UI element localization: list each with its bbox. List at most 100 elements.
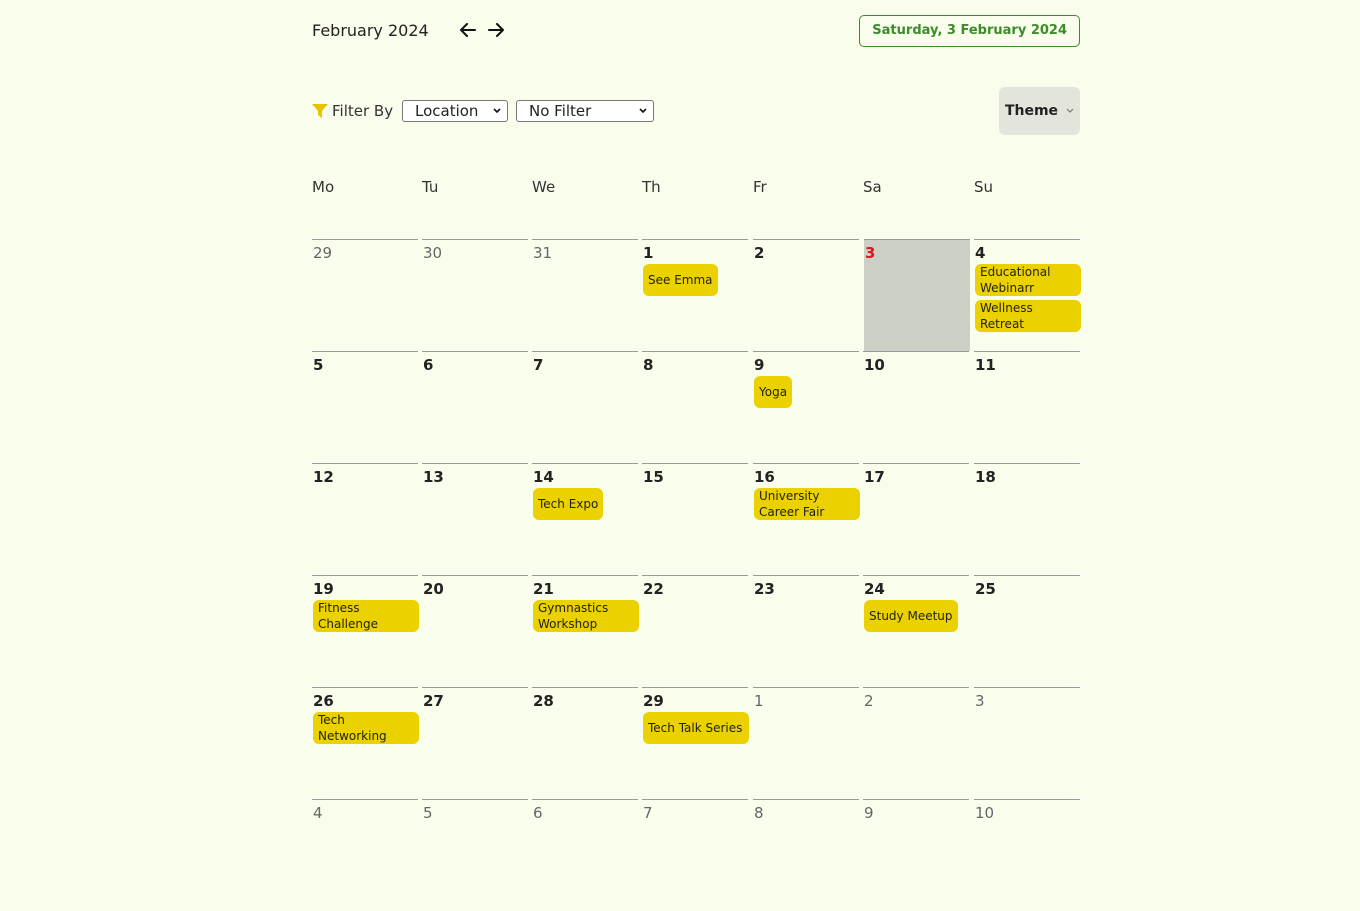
day-number: 1 — [754, 692, 764, 710]
weekday-label: We — [532, 178, 556, 196]
month-title: February 2024 — [312, 21, 429, 40]
day-cell[interactable]: 17 — [863, 463, 969, 575]
event-chip[interactable]: Yoga — [754, 376, 793, 408]
day-cell[interactable]: 10 — [863, 351, 969, 463]
funnel-icon — [312, 104, 328, 118]
calendar-header: February 2024 Saturday, 3 February 2024 — [312, 15, 1080, 47]
day-cell[interactable]: 2 — [863, 687, 969, 799]
day-number: 9 — [864, 804, 874, 822]
next-month-button[interactable] — [485, 17, 507, 43]
day-cell[interactable]: 5 — [312, 351, 418, 463]
weekday-label: Tu — [422, 178, 439, 196]
day-number: 22 — [643, 580, 664, 598]
day-number: 16 — [754, 468, 775, 486]
day-cell[interactable]: 14 Tech Expo — [532, 463, 638, 575]
day-number: 29 — [313, 244, 333, 262]
day-cell[interactable]: 19 Fitness Challenge — [312, 575, 419, 687]
day-number: 14 — [533, 468, 554, 486]
day-cell[interactable]: 6 — [422, 351, 528, 463]
day-cell[interactable]: 1 See Emma — [642, 239, 748, 351]
chevron-down-icon — [1066, 108, 1074, 113]
filter-field-select[interactable]: Location — [402, 100, 508, 122]
weekday-label: Fr — [753, 178, 767, 196]
day-number: 10 — [975, 804, 995, 822]
day-cell[interactable]: 30 — [422, 239, 528, 351]
day-cell[interactable]: 3 — [864, 239, 970, 351]
day-number: 23 — [754, 580, 775, 598]
event-chip[interactable]: Tech Talk Series — [643, 712, 749, 744]
day-cell[interactable]: 21 Gymnastics Workshop — [532, 575, 639, 687]
day-number: 1 — [643, 244, 654, 262]
event-chip[interactable]: Tech Expo — [533, 488, 604, 520]
event-chip[interactable]: Wellness Retreat — [975, 300, 1081, 332]
day-cell[interactable]: 25 — [974, 575, 1080, 687]
event-chip[interactable]: Tech Networking — [313, 712, 419, 744]
today-button[interactable]: Saturday, 3 February 2024 — [859, 15, 1080, 47]
event-chip[interactable]: Study Meetup — [864, 600, 958, 632]
day-cell[interactable]: 24 Study Meetup — [863, 575, 969, 687]
day-number: 5 — [313, 356, 324, 374]
day-cell[interactable]: 9 Yoga — [753, 351, 859, 463]
day-cell[interactable]: 2 — [753, 239, 859, 351]
theme-label: Theme — [1004, 103, 1059, 119]
day-cell[interactable]: 11 — [974, 351, 1080, 463]
day-number: 3 — [975, 692, 985, 710]
chevron-down-icon — [639, 108, 647, 114]
day-number: 8 — [754, 804, 764, 822]
weekday-label: Th — [642, 178, 661, 196]
day-cell[interactable]: 27 — [422, 687, 528, 799]
day-cell[interactable]: 13 — [422, 463, 528, 575]
event-chip[interactable]: University Career Fair — [754, 488, 860, 520]
theme-button[interactable]: Theme — [999, 87, 1080, 135]
day-number: 9 — [754, 356, 765, 374]
day-number: 28 — [533, 692, 554, 710]
filter-value-select[interactable]: No Filter — [516, 100, 654, 122]
day-cell[interactable]: 29 — [312, 239, 418, 351]
day-cell[interactable]: 15 — [642, 463, 748, 575]
day-cell[interactable]: 5 — [422, 799, 528, 911]
day-cell[interactable]: 7 — [642, 799, 748, 911]
chevron-down-icon — [493, 108, 501, 114]
day-cell[interactable]: 7 — [532, 351, 638, 463]
day-number: 19 — [313, 580, 334, 598]
day-cell[interactable]: 12 — [312, 463, 418, 575]
day-cell[interactable]: 8 — [753, 799, 859, 911]
day-cell[interactable]: 3 — [974, 687, 1080, 799]
day-cell[interactable]: 29 Tech Talk Series — [642, 687, 749, 799]
day-number: 21 — [533, 580, 554, 598]
event-chip[interactable]: See Emma — [643, 264, 718, 296]
day-cell[interactable]: 31 — [532, 239, 638, 351]
day-number: 30 — [423, 244, 443, 262]
day-cell[interactable]: 28 — [532, 687, 638, 799]
day-cell[interactable]: 22 — [642, 575, 748, 687]
prev-month-button[interactable] — [457, 17, 479, 43]
arrow-left-icon — [460, 23, 476, 37]
day-cell[interactable]: 10 — [974, 799, 1080, 911]
day-number: 17 — [864, 468, 885, 486]
weekday-label: Mo — [312, 178, 335, 196]
day-number: 7 — [533, 356, 544, 374]
day-cell[interactable]: 6 — [532, 799, 638, 911]
day-cell[interactable]: 9 — [863, 799, 969, 911]
day-cell[interactable]: 26 Tech Networking — [312, 687, 419, 799]
filter-value-value: No Filter — [529, 102, 592, 120]
day-number: 2 — [864, 692, 874, 710]
day-number: 26 — [313, 692, 334, 710]
day-cell[interactable]: 23 — [753, 575, 859, 687]
day-cell[interactable]: 4 Educational Webinarr Wellness Retreat — [974, 239, 1081, 351]
event-chip[interactable]: Gymnastics Workshop — [533, 600, 639, 632]
day-cell[interactable]: 16 University Career Fair — [753, 463, 860, 575]
filter-label-group: Filter By — [312, 102, 393, 120]
day-cell[interactable]: 20 — [422, 575, 528, 687]
day-number: 27 — [423, 692, 444, 710]
day-number: 4 — [313, 804, 323, 822]
day-cell[interactable]: 18 — [974, 463, 1080, 575]
day-number: 4 — [975, 244, 986, 262]
event-chip[interactable]: Fitness Challenge — [313, 600, 419, 632]
day-cell[interactable]: 4 — [312, 799, 418, 911]
day-number: 18 — [975, 468, 996, 486]
day-number: 3 — [865, 244, 876, 262]
event-chip[interactable]: Educational Webinarr — [975, 264, 1081, 296]
day-cell[interactable]: 1 — [753, 687, 859, 799]
day-cell[interactable]: 8 — [642, 351, 748, 463]
